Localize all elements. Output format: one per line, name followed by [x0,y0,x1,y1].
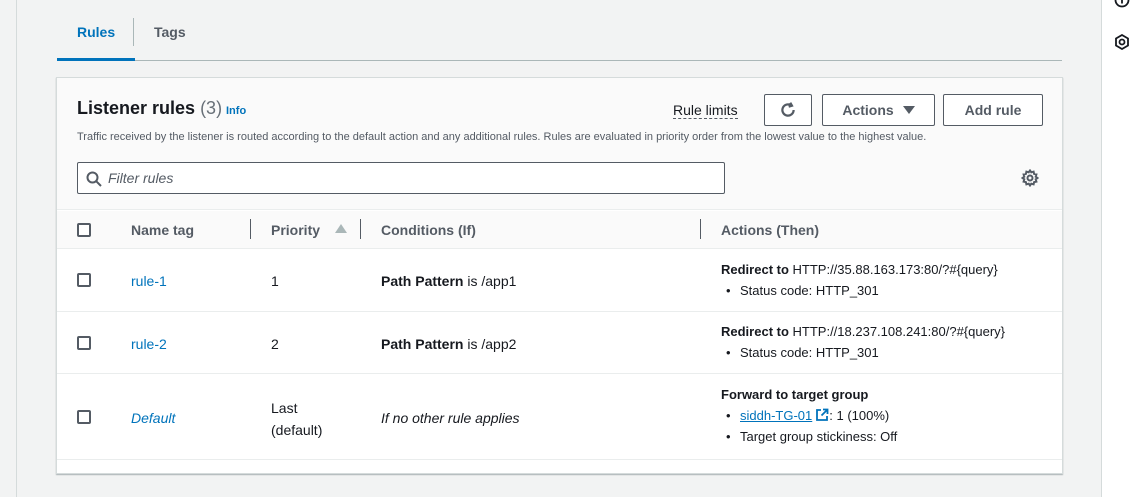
actions-label: Actions [842,102,894,118]
table-row: rule-2 2 Path Pattern is /app2 Redirect … [57,312,1062,374]
select-all-checkbox[interactable] [77,223,91,237]
condition-value: is /app2 [463,336,517,352]
filter-rules-field[interactable] [77,162,725,194]
condition-key: Path Pattern [381,336,464,352]
action-detail: Status code: HTTP_301 [721,342,1005,363]
refresh-button[interactable] [764,94,812,126]
action-title: Forward to target group [721,387,869,402]
action-title: Redirect to [721,324,789,339]
rule-priority: 2 [271,336,279,352]
search-icon [86,171,102,187]
target-weight: : 1 (100%) [829,408,890,423]
panel-description: Traffic received by the listener is rout… [77,131,927,143]
rule-count: (3) [200,98,223,118]
info-link[interactable]: Info [226,105,246,117]
refresh-icon [781,102,795,117]
row-checkbox[interactable] [77,336,91,350]
row-checkbox[interactable] [77,410,91,424]
external-link-icon[interactable] [815,408,829,422]
column-header-actions[interactable]: Actions (Then) [721,222,819,238]
rule-condition: Path Pattern is /app2 [381,336,516,352]
condition-value: is /app1 [463,273,517,289]
tab-bar: Rules Tags [57,14,1062,61]
rule-condition: If no other rule applies [381,410,520,426]
tab-rules[interactable]: Rules [57,14,136,61]
table-row: Default Last (default) If no other rule … [57,374,1062,460]
action-title: Redirect to [721,262,789,277]
target-group-link[interactable]: siddh-TG-01 [740,408,812,423]
column-divider[interactable] [700,219,701,239]
info-icon[interactable] [1114,0,1130,8]
action-detail: Status code: HTTP_301 [721,280,998,301]
filter-rules-input[interactable] [108,167,708,189]
row-checkbox[interactable] [77,273,91,287]
column-divider[interactable] [250,219,251,239]
column-header-name-tag[interactable]: Name tag [131,222,194,238]
add-rule-button[interactable]: Add rule [943,94,1043,126]
left-edge-strip [0,0,17,497]
condition-key: Path Pattern [381,273,464,289]
column-divider[interactable] [360,219,361,239]
table-header: Name tag Priority Conditions (If) Action… [57,211,1062,249]
target-group-stickiness: Target group stickiness: Off [721,426,897,447]
gear-icon[interactable] [1021,169,1039,187]
actions-dropdown-button[interactable]: Actions [822,94,935,126]
listener-rules-panel: Listener rules (3) Info Traffic received… [56,77,1063,474]
panel-title: Listener rules (3) [77,98,222,119]
rule-name-link[interactable]: rule-1 [131,273,167,289]
rule-condition: Path Pattern is /app1 [381,273,516,289]
priority-line: (default) [271,422,323,438]
rule-name-link[interactable]: rule-2 [131,336,167,352]
action-target: HTTP://18.237.108.241:80/?#{query} [788,324,1006,339]
rule-name-link[interactable]: Default [131,410,175,426]
rule-priority: Last (default) [271,397,322,441]
hexagon-icon[interactable] [1114,34,1130,50]
panel-title-text: Listener rules [77,98,196,118]
table-row: rule-1 1 Path Pattern is /app1 Redirect … [57,249,1062,312]
column-header-priority[interactable]: Priority [271,222,320,238]
caret-down-icon [902,106,915,114]
rule-priority: 1 [271,273,279,289]
sort-ascending-icon[interactable] [335,224,347,233]
priority-line: Last [271,400,298,416]
rule-limits-link[interactable]: Rule limits [673,102,738,119]
tab-tags[interactable]: Tags [134,14,206,60]
rule-action: Redirect to HTTP://35.88.163.173:80/?#{q… [721,259,998,301]
column-header-conditions[interactable]: Conditions (If) [381,222,476,238]
action-target: HTTP://35.88.163.173:80/?#{query} [788,262,998,277]
target-group-entry: siddh-TG-01 : 1 (100%) [721,405,897,426]
rule-action: Forward to target group siddh-TG-01 : 1 (… [721,384,897,447]
right-tool-rail [1101,0,1138,497]
panel-header: Listener rules (3) Info Traffic received… [57,78,1062,210]
rule-action: Redirect to HTTP://18.237.108.241:80/?#{… [721,321,1005,363]
main-content: Rules Tags Listener rules (3) Info Traff… [17,0,1101,497]
